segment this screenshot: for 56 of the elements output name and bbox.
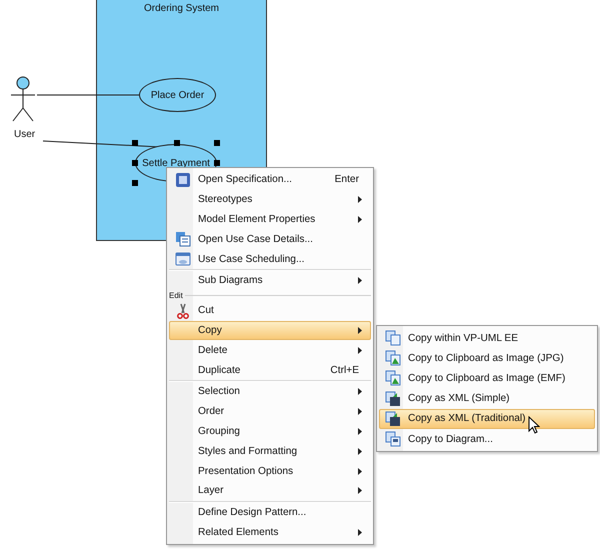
submenu-arrow-icon xyxy=(358,408,362,416)
image-copy-icon xyxy=(385,370,401,386)
submenu-arrow-icon xyxy=(358,448,362,455)
menu-item[interactable]: Delete xyxy=(169,340,371,360)
xml-copy-icon xyxy=(385,410,401,427)
menu-item[interactable]: Duplicate Ctrl+E xyxy=(169,360,371,380)
copy-icon xyxy=(385,330,401,346)
document-icon xyxy=(175,172,191,188)
submenu-arrow-icon xyxy=(358,428,362,435)
system-title: Ordering System xyxy=(144,3,220,14)
selection-handle[interactable] xyxy=(132,180,138,186)
menu-item[interactable]: Order xyxy=(169,402,371,422)
menu-item[interactable]: Define Design Pattern... xyxy=(169,502,371,523)
image-copy-icon xyxy=(385,350,401,366)
pointer-icon xyxy=(528,416,540,434)
menu-group-label: Edit xyxy=(169,291,183,300)
menu-item[interactable]: Copy as XML (Traditional) xyxy=(379,408,595,429)
submenu-arrow-icon xyxy=(358,528,362,536)
actor-label: User xyxy=(14,129,36,140)
submenu-arrow-icon xyxy=(358,468,362,475)
menu-item[interactable]: Use Case Scheduling... xyxy=(169,249,371,269)
submenu-arrow-icon xyxy=(358,346,362,354)
selection-handle[interactable] xyxy=(174,140,180,146)
actor-figure xyxy=(10,76,36,122)
menu-item[interactable]: Copy to Diagram... xyxy=(379,428,595,450)
menu-item[interactable]: Stereotypes xyxy=(169,190,371,210)
menu-item[interactable]: Grouping xyxy=(169,422,371,442)
menu-item[interactable]: Open Use Case Details... xyxy=(169,229,371,250)
selection-handle[interactable] xyxy=(214,160,220,166)
menu-item[interactable]: Cut xyxy=(169,300,371,321)
menu-item[interactable]: Copy within VP-UML EE xyxy=(379,328,595,348)
scissors-icon xyxy=(175,302,191,319)
submenu-arrow-icon xyxy=(358,388,362,396)
submenu-arrow-icon xyxy=(358,326,362,334)
menu-item[interactable]: Copy xyxy=(169,320,371,340)
selection-handle[interactable] xyxy=(132,160,138,166)
menu-item[interactable]: Sub Diagrams xyxy=(169,270,371,291)
xml-copy-icon xyxy=(385,390,401,407)
submenu-arrow-icon xyxy=(358,277,362,284)
menu-item[interactable]: Styles and Formatting xyxy=(169,441,371,462)
menu-item[interactable]: Presentation Options xyxy=(169,461,371,481)
menu-item[interactable]: Model Element Properties xyxy=(169,210,371,230)
submenu-arrow-icon xyxy=(358,487,362,494)
documents-icon xyxy=(175,231,191,248)
menu-item[interactable]: Copy as XML (Simple) xyxy=(379,388,595,409)
submenu-arrow-icon xyxy=(358,196,362,204)
submenu-arrow-icon xyxy=(358,216,362,223)
selection-handle[interactable] xyxy=(214,140,220,146)
selection-handle[interactable] xyxy=(132,140,138,146)
menu-item[interactable]: Copy to Clipboard as Image (EMF) xyxy=(379,368,595,389)
diagram-copy-icon xyxy=(385,431,401,448)
calendar-icon xyxy=(175,251,191,268)
menu-item[interactable]: Copy to Clipboard as Image (JPG) xyxy=(379,348,595,368)
menu-item[interactable]: Layer xyxy=(169,480,371,501)
menu-item[interactable]: Related Elements xyxy=(169,522,371,542)
menu-item[interactable]: Selection xyxy=(169,382,371,402)
